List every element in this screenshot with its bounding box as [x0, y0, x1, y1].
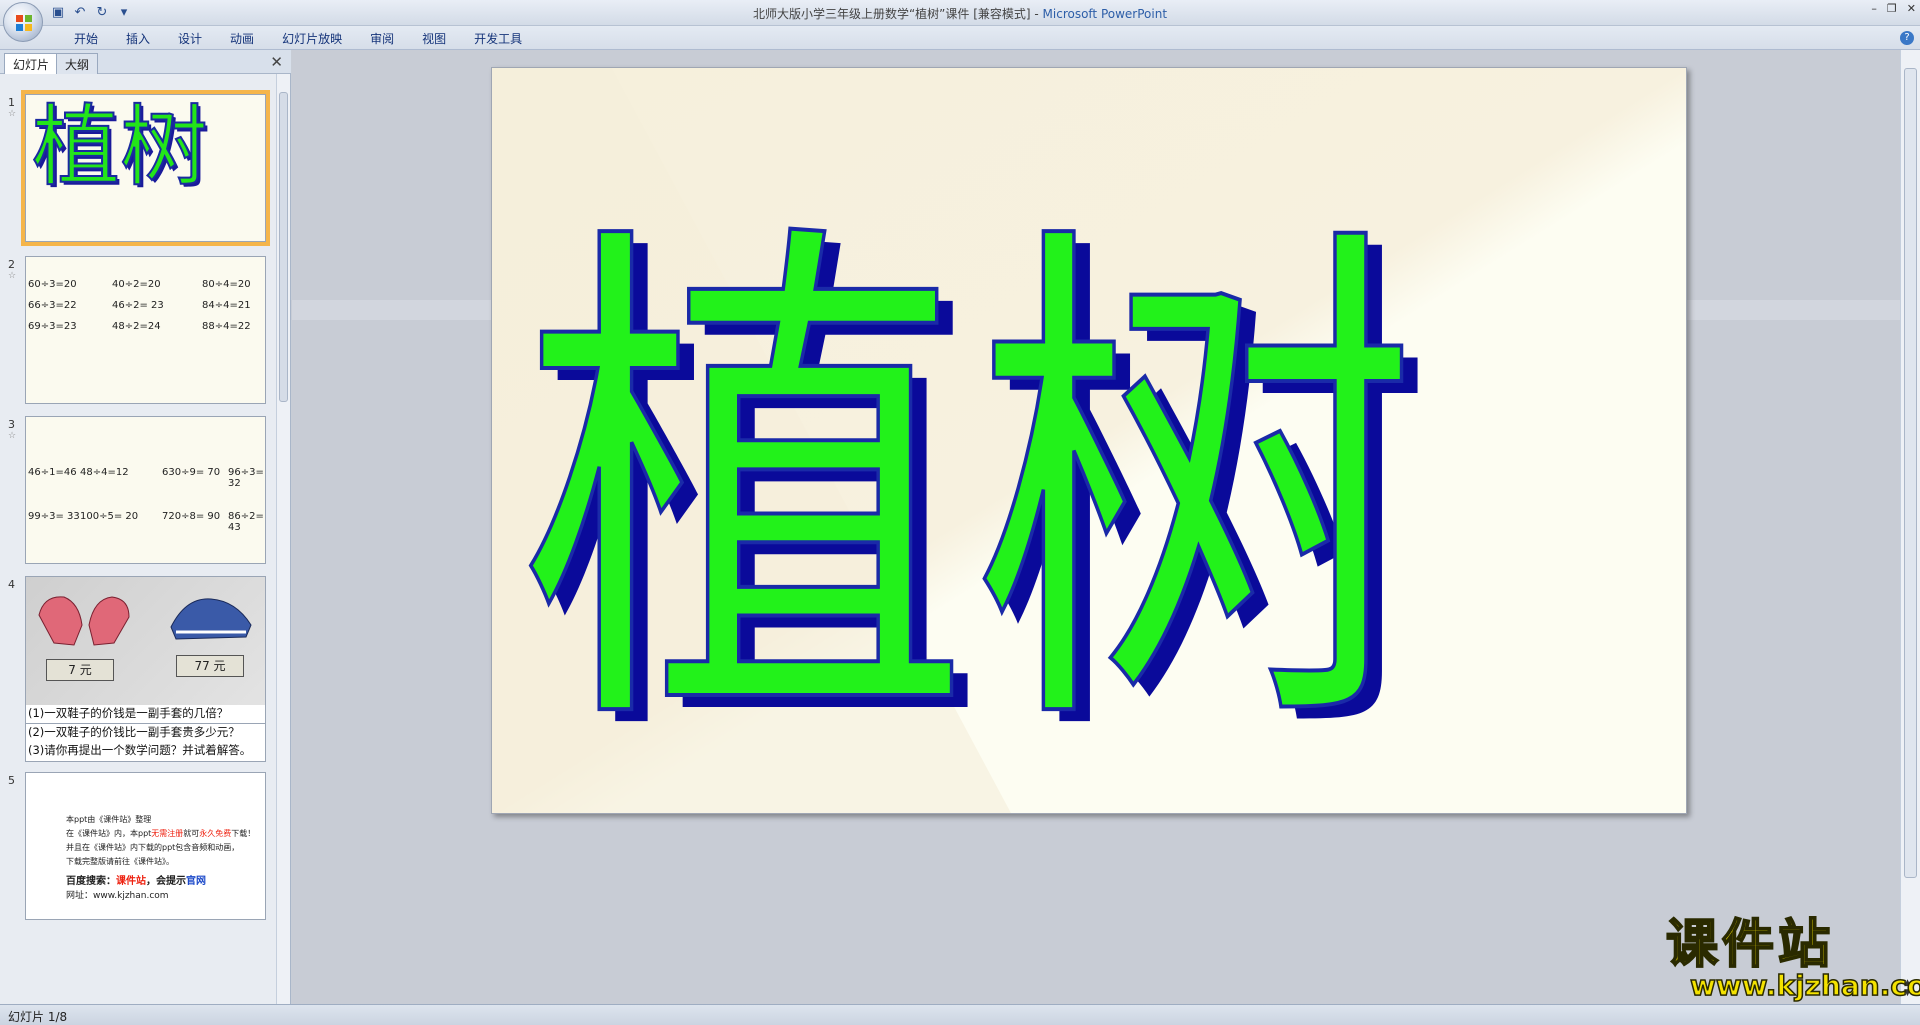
- restore-icon[interactable]: ❐: [1887, 2, 1897, 15]
- animation-star-icon: ☆: [8, 271, 17, 281]
- office-logo-icon: [16, 15, 32, 31]
- status-bar: 幻灯片 1/8: [0, 1004, 1920, 1025]
- slide-thumbnail-2[interactable]: 60÷3=20 40÷2=20 80÷4=20 66÷3=22 46÷2= 23 84÷…: [25, 256, 266, 404]
- tab-developer[interactable]: 开发工具: [460, 30, 536, 47]
- help-icon[interactable]: ?: [1900, 31, 1914, 45]
- info-line: 百度搜索：课件站，会提示官网: [66, 876, 206, 887]
- question-text: (3)请你再提出一个数学问题？并试着解答。: [28, 743, 252, 757]
- slide-number: 5: [8, 774, 15, 787]
- close-icon[interactable]: ✕: [270, 53, 283, 71]
- info-line: 下载完整版请前往《课件站》。: [66, 857, 174, 866]
- tab-slideshow[interactable]: 幻灯片放映: [268, 30, 356, 47]
- close-icon[interactable]: ✕: [1907, 2, 1916, 15]
- tab-design[interactable]: 设计: [164, 30, 216, 47]
- price-tag: 7 元: [46, 659, 114, 681]
- thumbnail-list: 1 ☆ 植树 2 ☆ 60÷3=20 40÷2=20 80÷4=20 66÷3=22 46…: [0, 74, 276, 1004]
- scroll-thumb[interactable]: [279, 92, 288, 402]
- equation: 48÷2=24: [112, 321, 161, 332]
- slide-number: 1 ☆: [8, 96, 17, 119]
- wordart-title: 植树 植树: [518, 183, 1436, 803]
- slide-thumbnail-5[interactable]: 本ppt由《课件站》整理 在《课件站》内，本ppt无需注册就可永久免费下载！ 并…: [25, 772, 266, 920]
- slide-number: 3 ☆: [8, 418, 17, 441]
- slide-number: 2 ☆: [8, 258, 17, 281]
- slide-thumbnail-4[interactable]: 7 元 77 元 (1)一双鞋子的价钱是一副手套的几倍？: [25, 576, 266, 724]
- app-name: Microsoft PowerPoint: [1042, 7, 1168, 21]
- equation: 84÷4=21: [202, 300, 251, 311]
- tab-outline[interactable]: 大纲: [56, 53, 99, 74]
- office-button[interactable]: [3, 2, 43, 42]
- panel-tabs: 幻灯片 大纲 ✕: [0, 50, 291, 74]
- photo: 7 元 77 元: [26, 577, 265, 705]
- equation: 86÷2= 43: [228, 511, 264, 533]
- ribbon-tabs: 开始 插入 设计 动画 幻灯片放映 审阅 视图 开发工具 ?: [0, 26, 1920, 50]
- equation: 88÷4=22: [202, 321, 251, 332]
- panel-scrollbar[interactable]: [276, 74, 290, 1004]
- equation: 66÷3=22: [28, 300, 77, 311]
- division-grid: 60÷3=20 40÷2=20 80÷4=20 66÷3=22 46÷2= 23 84÷…: [28, 279, 262, 332]
- question-text: (1)一双鞋子的价钱是一副手套的几倍？: [28, 706, 229, 720]
- slide-title: 植树: [520, 185, 1420, 791]
- info-line: 并且在《课件站》内下载的ppt包含音频和动画，: [66, 843, 240, 852]
- slide-counter: 幻灯片 1/8: [8, 1010, 68, 1024]
- slides-panel: 幻灯片 大纲 ✕ 1 ☆ 植树 2 ☆ 60÷3=20 40÷2=20 80÷4=20 …: [0, 50, 291, 1004]
- info-line: 本ppt由《课件站》整理: [66, 815, 152, 824]
- slide-thumbnail-1[interactable]: 植树: [21, 90, 270, 246]
- animation-star-icon: ☆: [8, 109, 17, 119]
- tab-home[interactable]: 开始: [60, 30, 112, 47]
- title-bar: ▣ ↶ ↻ ▾ 北师大版小学三年级上册数学“植树”课件 [兼容模式] - Mic…: [0, 0, 1920, 26]
- equation: 46÷1=46: [28, 467, 77, 478]
- watermark-url: www.kjzhan.com: [1689, 968, 1920, 1003]
- tab-animation[interactable]: 动画: [216, 30, 268, 47]
- equation: 69÷3=23: [28, 321, 77, 332]
- watermark-text: 课件站: [1665, 915, 1835, 975]
- equation: 100÷5= 20: [80, 511, 139, 522]
- window-controls: – ❐ ✕: [1871, 2, 1916, 15]
- slide-scrollbar[interactable]: ▲ ▼: [1900, 50, 1920, 1004]
- window-title: 北师大版小学三年级上册数学“植树”课件 [兼容模式] - Microsoft P…: [0, 5, 1920, 22]
- current-slide[interactable]: 植树 植树: [491, 67, 1687, 814]
- animation-star-icon: ☆: [8, 431, 17, 441]
- equation: 48÷4=12: [80, 467, 129, 478]
- glove-icon: [38, 596, 130, 646]
- equation: 60÷3=20: [28, 279, 77, 290]
- tab-slides[interactable]: 幻灯片: [4, 53, 59, 74]
- equation: 40÷2=20: [112, 279, 161, 290]
- info-line: 在《课件站》内，本ppt无需注册就可永久免费下载！: [66, 829, 256, 838]
- scroll-thumb[interactable]: [1904, 68, 1917, 878]
- equation: 630÷9= 70: [162, 467, 221, 478]
- equation: 80÷4=20: [202, 279, 251, 290]
- price-tag: 77 元: [176, 655, 244, 677]
- question-text: (2)一双鞋子的价钱比一副手套贵多少元？: [28, 725, 240, 739]
- division-grid: 46÷1=46 48÷4=12 630÷9= 70 96÷3= 32 99÷3= 33…: [28, 467, 265, 533]
- shoe-icon: [170, 598, 252, 640]
- document-title: 北师大版小学三年级上册数学“植树”课件 [兼容模式] -: [752, 7, 1043, 21]
- equation: 99÷3= 33: [28, 511, 80, 522]
- tab-view[interactable]: 视图: [408, 30, 460, 47]
- slide-number: 4: [8, 578, 15, 591]
- kjzhan-watermark: 课件站 www.kjzhan.com: [1665, 918, 1920, 1003]
- equation: 46÷2= 23: [112, 300, 164, 311]
- equation: 96÷3= 32: [228, 467, 264, 489]
- tab-review[interactable]: 审阅: [356, 30, 408, 47]
- equation: 720÷8= 90: [162, 511, 221, 522]
- minimize-icon[interactable]: –: [1871, 2, 1877, 15]
- slide-editing-area: 植树 植树: [292, 50, 1900, 1004]
- slide-thumbnail-4-text[interactable]: (2)一双鞋子的价钱比一副手套贵多少元？ (3)请你再提出一个数学问题？并试着解…: [25, 724, 266, 762]
- tab-insert[interactable]: 插入: [112, 30, 164, 47]
- thumb-title: 植树: [31, 95, 209, 198]
- info-line: 网址：www.kjzhan.com: [66, 891, 169, 901]
- slide-thumbnail-3[interactable]: 46÷1=46 48÷4=12 630÷9= 70 96÷3= 32 99÷3= 33…: [25, 416, 266, 564]
